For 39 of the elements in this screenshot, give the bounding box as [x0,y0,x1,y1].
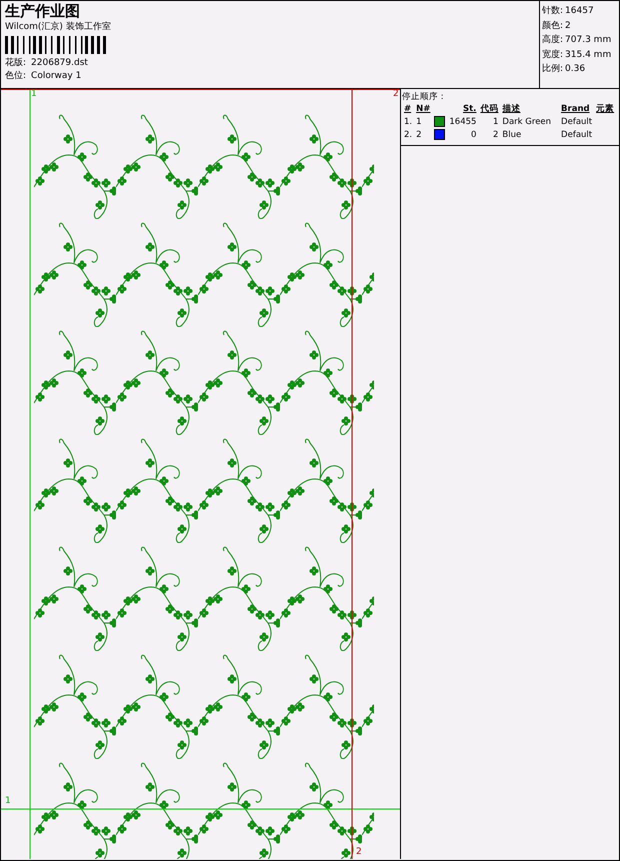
table-cell-text: 2. [403,129,414,142]
table-cell-text: Blue [501,129,522,142]
info-value: 315.4 mm [565,48,612,62]
column-header: St. [432,103,478,116]
section-title: 停止顺序 : [402,91,445,103]
table-cell-text: 2 [492,129,500,142]
colorway-name: Colorway 1 [31,70,82,82]
table-cell-text: 2 [415,129,423,142]
info-label: 高度: [542,34,564,47]
report-title: 生产作业图 [5,3,81,20]
table-cell: 0 [471,129,476,142]
table-cell-text: 1 [492,116,500,129]
info-value: 16457 [565,5,594,18]
table-cell: 16455 [449,116,476,129]
info-label: 颜色: [542,20,564,32]
info-label: 针数: [542,4,564,18]
company-name: Wilcom(汇京) 装饰工作室 [5,21,112,33]
column-header: Brand [560,103,591,116]
info-value: 707.3 mm [565,34,612,47]
column-header: # [403,103,412,116]
table-cell-text: Dark Green [501,116,552,129]
guide-marker-label: 1 [31,89,37,99]
column-header: 代码 [479,103,500,116]
table-cell-text: 1 [415,116,423,129]
info-value: 0.36 [565,63,586,76]
table-cell-text: Default [560,116,594,129]
guide-marker-label: 1 [5,796,11,806]
info-label: 比例: [542,62,564,76]
info-label: 宽度: [542,48,564,62]
table-cell-text: Default [560,129,594,142]
info-value: 2 [565,20,571,32]
column-header: N# [415,103,432,116]
guide-marker-label: 2 [356,847,362,857]
field-label: 花版: [5,57,26,69]
table-cell-text: 1. [403,116,414,129]
column-header: 描述 [501,103,522,116]
column-header: 元素 [595,103,616,116]
design-file-name: 2206879.dst [31,57,88,69]
field-label: 色位: [5,70,26,82]
